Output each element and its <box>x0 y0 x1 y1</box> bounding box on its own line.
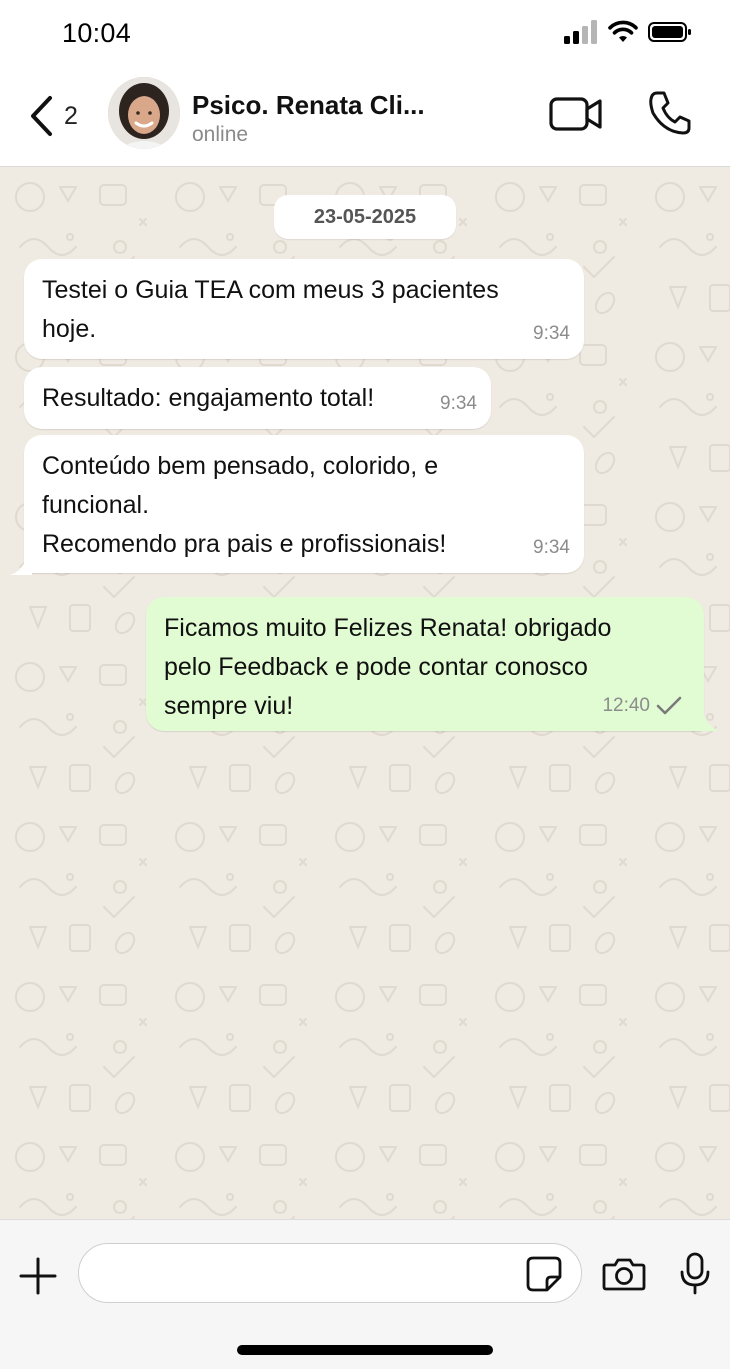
status-icons <box>564 20 692 44</box>
camera-icon <box>602 1258 646 1291</box>
phone-icon <box>649 91 691 135</box>
bubble-tail <box>698 715 720 731</box>
message-time: 12:40 <box>602 695 650 716</box>
video-call-button[interactable] <box>548 94 604 139</box>
message-bubble-incoming[interactable]: Testei o Guia TEA com meus 3 pacientes h… <box>24 259 584 359</box>
camera-button[interactable] <box>602 1256 646 1297</box>
message-input-bar <box>0 1219 730 1369</box>
chat-area[interactable]: 23-05-2025 Testei o Guia TEA com meus 3 … <box>0 167 730 1219</box>
message-meta: 12:40 <box>602 686 682 725</box>
avatar[interactable] <box>108 77 180 149</box>
status-time: 10:04 <box>62 18 132 48</box>
message-input-container[interactable] <box>78 1243 582 1303</box>
avatar-photo <box>108 77 180 149</box>
chat-header: 2 Psico. Renata Cli... online <box>0 66 730 167</box>
message-meta: 9:34 <box>440 384 477 423</box>
message-time: 9:34 <box>440 393 477 414</box>
attach-button[interactable] <box>18 1256 58 1301</box>
home-indicator <box>237 1345 493 1355</box>
microphone-button[interactable] <box>678 1252 712 1301</box>
chevron-left-icon <box>31 96 52 136</box>
contact-status: online <box>192 123 249 146</box>
sticker-button[interactable] <box>525 1255 563 1298</box>
message-meta: 9:34 <box>533 314 570 353</box>
microphone-icon <box>680 1252 710 1295</box>
message-meta: 9:34 <box>533 528 570 567</box>
message-time: 9:34 <box>533 537 570 558</box>
message-bubble-outgoing[interactable]: Ficamos muito Felizes Renata! obrigado p… <box>146 597 704 731</box>
message-text: Resultado: engajamento total! <box>42 384 375 412</box>
signal-icon <box>564 20 597 44</box>
sticker-icon <box>526 1256 562 1292</box>
message-bubble-incoming[interactable]: Resultado: engajamento total! 9:34 <box>24 367 491 429</box>
video-camera-icon <box>549 97 602 131</box>
single-check-icon <box>656 696 682 714</box>
status-bar: 10:04 <box>0 0 730 66</box>
voice-call-button[interactable] <box>648 90 692 141</box>
message-input[interactable] <box>99 1244 523 1302</box>
date-separator: 23-05-2025 <box>274 195 456 239</box>
message-bubble-incoming[interactable]: Conteúdo bem pensado, colorido, e funcio… <box>24 435 584 573</box>
message-text: Testei o Guia TEA com meus 3 pacientes h… <box>42 276 499 343</box>
contact-name[interactable]: Psico. Renata Cli... <box>192 90 425 121</box>
wifi-icon <box>608 20 638 42</box>
message-text: Conteúdo bem pensado, colorido, e funcio… <box>42 452 447 558</box>
plus-icon <box>19 1257 57 1295</box>
battery-icon <box>648 22 691 42</box>
bubble-tail <box>10 559 32 575</box>
unread-count: 2 <box>64 101 78 130</box>
back-button[interactable]: 2 <box>28 92 88 140</box>
message-time: 9:34 <box>533 323 570 344</box>
